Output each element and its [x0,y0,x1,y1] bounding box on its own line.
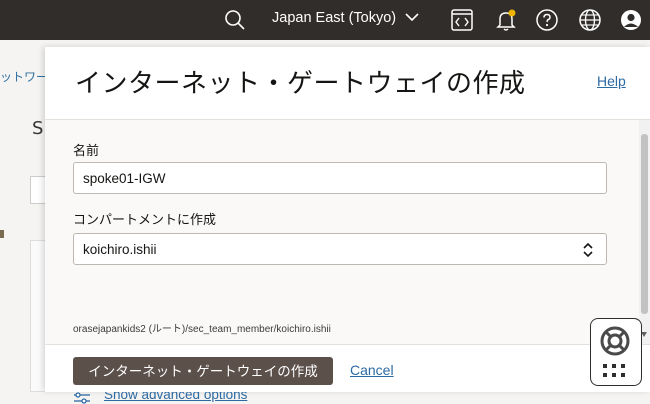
background-marker [0,230,4,238]
code-editor-icon[interactable] [450,8,474,32]
name-input[interactable]: spoke01-IGW [73,162,607,194]
background-page: ットワー S [0,40,52,392]
notification-badge [508,9,516,17]
create-internet-gateway-button[interactable]: インターネット・ゲートウェイの作成 [73,357,333,385]
help-icon[interactable] [535,8,559,32]
search-icon[interactable] [223,8,247,32]
grid-menu-icon [603,364,625,377]
breadcrumb[interactable]: ットワー [0,68,48,85]
panel-header: インターネット・ゲートウェイの作成 Help [45,47,650,120]
scrollbar-thumb[interactable] [641,134,648,314]
top-navigation-bar: Japan East (Tokyo) [0,0,650,40]
page-title: S [32,118,44,139]
globe-icon[interactable] [578,8,602,32]
select-arrows-icon [583,242,593,258]
name-label: 名前 [73,143,100,158]
panel-scrollbar[interactable] [639,120,650,344]
compartment-select[interactable]: koichiro.ishii [73,233,607,265]
lifebuoy-icon [600,326,630,356]
compartment-path-hint: orasejapankids2 (ルート)/sec_team_member/ko… [73,324,331,335]
cancel-link[interactable]: Cancel [350,362,394,378]
region-selector[interactable]: Japan East (Tokyo) [272,10,396,26]
compartment-select-value: koichiro.ishii [83,242,157,257]
help-link[interactable]: Help [597,73,626,89]
chevron-down-icon[interactable] [404,9,420,25]
support-widget[interactable] [590,318,642,386]
panel-title: インターネット・ゲートウェイの作成 [75,68,526,98]
create-internet-gateway-panel: インターネット・ゲートウェイの作成 Help 名前 spoke01-IGW コン… [45,47,650,404]
panel-body: 名前 spoke01-IGW コンパートメントに作成 koichiro.ishi… [45,120,639,404]
panel-footer: インターネット・ゲートウェイの作成 Cancel [45,344,650,392]
profile-icon[interactable] [619,8,643,32]
bell-icon[interactable] [494,8,518,32]
compartment-label: コンパートメントに作成 [73,212,217,227]
